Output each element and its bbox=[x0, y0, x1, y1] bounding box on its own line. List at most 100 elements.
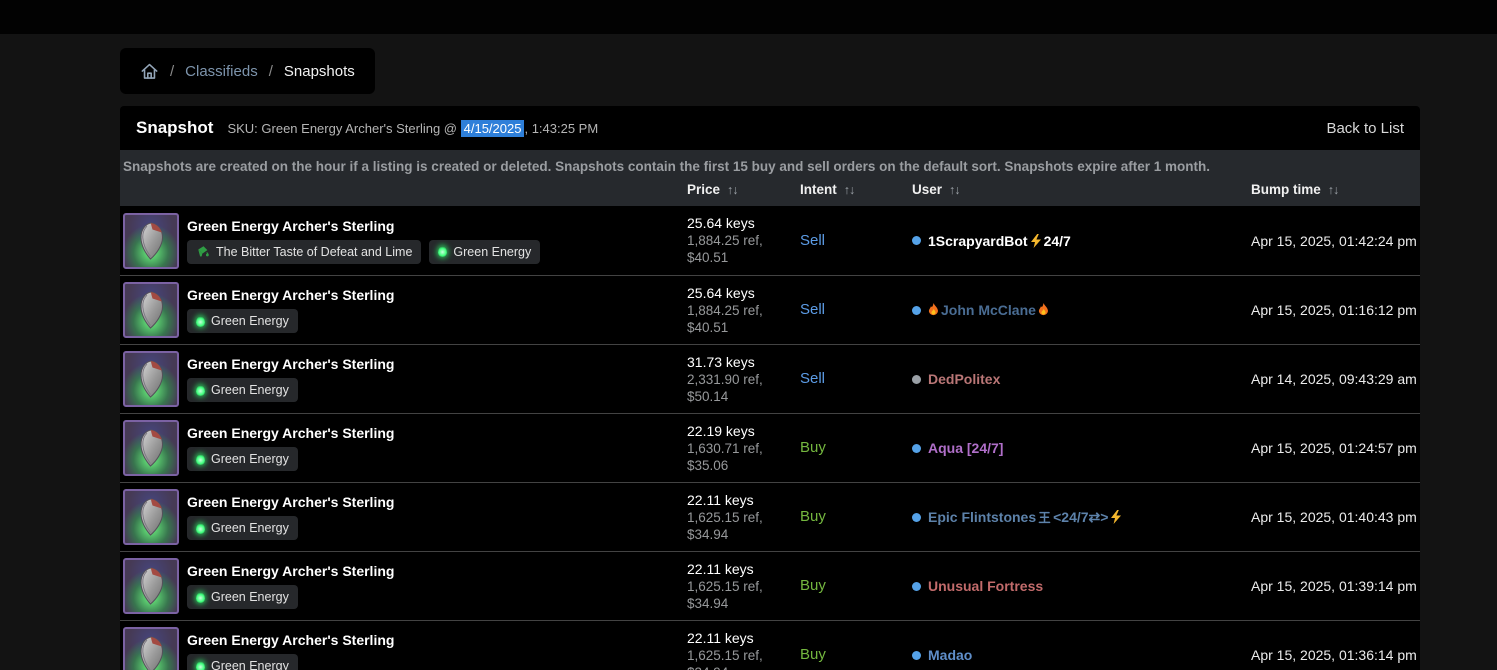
item-tags: Green Energy bbox=[187, 654, 394, 670]
price-cell: 25.64 keys 1,884.25 ref, $40.51 bbox=[687, 285, 800, 336]
effect-tag[interactable]: Green Energy bbox=[187, 585, 298, 609]
arrowhead-item-sprite bbox=[140, 636, 164, 670]
price-ref: 2,331.90 ref, bbox=[687, 371, 763, 387]
online-status-dot bbox=[912, 305, 921, 315]
item-tags: Green Energy bbox=[187, 447, 394, 471]
breadcrumb: / Classifieds / Snapshots bbox=[120, 48, 375, 94]
particle-effect-icon bbox=[196, 384, 205, 396]
user-link[interactable]: Aqua [24/7] bbox=[928, 440, 1003, 456]
table-row: Green Energy Archer's Sterling Green Ene… bbox=[120, 413, 1420, 482]
intent-link[interactable]: Sell bbox=[800, 370, 825, 387]
item-image[interactable] bbox=[123, 627, 179, 670]
sku-date-highlight: 4/15/2025 bbox=[460, 119, 525, 137]
price-keys: 25.64 keys bbox=[687, 215, 755, 231]
fire-icon bbox=[1038, 303, 1049, 317]
column-header-intent[interactable]: Intent ↑↓ bbox=[800, 182, 912, 197]
column-header-price[interactable]: Price ↑↓ bbox=[687, 182, 800, 197]
item-name: Green Energy Archer's Sterling bbox=[187, 632, 395, 648]
sort-icon[interactable]: ↑↓ bbox=[844, 183, 855, 197]
column-header-user[interactable]: User ↑↓ bbox=[912, 182, 1251, 197]
lightning-bolt-icon bbox=[1110, 510, 1122, 524]
price-cell: 25.64 keys 1,884.25 ref, $40.51 bbox=[687, 215, 800, 266]
price-cell: 31.73 keys 2,331.90 ref, $50.14 bbox=[687, 354, 800, 405]
price-ref: 1,884.25 ref, bbox=[687, 233, 763, 248]
effect-tag[interactable]: Green Energy bbox=[187, 654, 298, 670]
user-link[interactable]: John McClane bbox=[928, 302, 1049, 318]
item-cell: Green Energy Archer's Sterling The Bitte… bbox=[123, 212, 687, 269]
intent-link[interactable]: Sell bbox=[800, 232, 825, 249]
table-row: Green Energy Archer's Sterling Green Ene… bbox=[120, 551, 1420, 620]
item-info: Green Energy Archer's Sterling The Bitte… bbox=[187, 218, 541, 264]
paint-tag[interactable]: The Bitter Taste of Defeat and Lime bbox=[187, 239, 422, 264]
effect-tag[interactable]: Green Energy bbox=[187, 516, 298, 540]
item-image[interactable] bbox=[123, 351, 179, 407]
item-info: Green Energy Archer's Sterling Green Ene… bbox=[187, 425, 394, 471]
user-link[interactable]: Madao bbox=[928, 647, 972, 663]
price-usd: $34.94 bbox=[687, 595, 729, 611]
price-cell: 22.11 keys 1,625.15 ref, $34.94 bbox=[687, 561, 800, 612]
price-keys: 31.73 keys bbox=[687, 353, 755, 370]
user-cell: 1ScrapyardBot 24/7 bbox=[912, 233, 1251, 249]
table-subheader: Snapshots are created on the hour if a l… bbox=[120, 150, 1420, 206]
bump-time: Apr 15, 2025, 01:42:24 pm bbox=[1251, 232, 1417, 249]
user-link[interactable]: Unusual Fortress bbox=[928, 578, 1043, 594]
breadcrumb-link-classifieds[interactable]: Classifieds bbox=[185, 63, 258, 80]
item-image[interactable] bbox=[123, 282, 179, 338]
item-tags: The Bitter Taste of Defeat and Lime Green… bbox=[187, 239, 541, 264]
particle-effect-icon bbox=[196, 591, 205, 603]
item-info: Green Energy Archer's Sterling Green Ene… bbox=[187, 356, 394, 402]
tag-label: The Bitter Taste of Defeat and Lime bbox=[216, 244, 413, 259]
item-tags: Green Energy bbox=[187, 309, 394, 333]
user-cell: John McClane bbox=[912, 302, 1251, 318]
listings-table-body: Green Energy Archer's Sterling The Bitte… bbox=[120, 206, 1420, 670]
item-image[interactable] bbox=[123, 489, 179, 545]
bump-time: Apr 15, 2025, 01:40:43 pm bbox=[1251, 509, 1417, 525]
column-header-bump-time[interactable]: Bump time ↑↓ bbox=[1251, 182, 1420, 197]
table-row: Green Energy Archer's Sterling Green Ene… bbox=[120, 275, 1420, 344]
intent-link[interactable]: Buy bbox=[800, 439, 826, 456]
intent-link[interactable]: Sell bbox=[800, 301, 825, 318]
intent-link[interactable]: Buy bbox=[800, 577, 826, 594]
item-name: Green Energy Archer's Sterling bbox=[187, 287, 395, 303]
item-info: Green Energy Archer's Sterling Green Ene… bbox=[187, 563, 394, 609]
intent-link[interactable]: Buy bbox=[800, 508, 826, 525]
sort-icon[interactable]: ↑↓ bbox=[949, 183, 960, 197]
bump-time: Apr 15, 2025, 01:39:14 pm bbox=[1251, 578, 1417, 594]
user-link[interactable]: DedPolitex bbox=[928, 371, 1000, 387]
price-ref: 1,625.15 ref, bbox=[687, 509, 763, 525]
home-icon[interactable] bbox=[140, 62, 159, 81]
effect-tag[interactable]: Green Energy bbox=[187, 309, 298, 333]
effect-tag[interactable]: Green Energy bbox=[187, 447, 298, 471]
price-ref: 1,884.25 ref, bbox=[687, 302, 763, 318]
online-status-dot bbox=[912, 512, 921, 522]
user-link[interactable]: Epic Flintstones <24/7⇄> bbox=[928, 509, 1122, 526]
sort-icon[interactable]: ↑↓ bbox=[727, 183, 738, 197]
user-link[interactable]: 1ScrapyardBot 24/7 bbox=[928, 233, 1071, 249]
particle-effect-icon bbox=[438, 246, 448, 257]
table-row: Green Energy Archer's Sterling The Bitte… bbox=[120, 206, 1420, 275]
item-cell: Green Energy Archer's Sterling Green Ene… bbox=[123, 282, 687, 338]
intent-cell: Sell bbox=[800, 232, 912, 250]
bump-time: Apr 14, 2025, 09:43:29 am bbox=[1251, 371, 1417, 387]
snapshot-notice: Snapshots are created on the hour if a l… bbox=[123, 159, 1210, 174]
back-to-list-link[interactable]: Back to List bbox=[1326, 120, 1404, 137]
arrowhead-item-sprite bbox=[140, 291, 164, 329]
effect-tag[interactable]: Green Energy bbox=[187, 378, 298, 402]
item-cell: Green Energy Archer's Sterling Green Ene… bbox=[123, 627, 687, 670]
item-image[interactable] bbox=[123, 420, 179, 476]
item-image[interactable] bbox=[123, 212, 179, 269]
sort-icon[interactable]: ↑↓ bbox=[1328, 183, 1339, 197]
tag-label: Green Energy bbox=[211, 314, 289, 328]
item-cell: Green Energy Archer's Sterling Green Ene… bbox=[123, 489, 687, 545]
item-image[interactable] bbox=[123, 558, 179, 614]
fire-icon bbox=[928, 303, 939, 317]
particle-effect-icon bbox=[196, 453, 205, 465]
effect-tag[interactable]: Green Energy bbox=[429, 239, 541, 264]
arrowhead-item-sprite bbox=[140, 498, 164, 536]
item-tags: Green Energy bbox=[187, 585, 394, 609]
online-status-dot bbox=[912, 650, 921, 660]
tag-label: Green Energy bbox=[211, 452, 289, 466]
user-cell: Unusual Fortress bbox=[912, 578, 1251, 594]
sku-text: SKU: Green Energy Archer's Sterling @ 4/… bbox=[227, 119, 599, 137]
intent-link[interactable]: Buy bbox=[800, 646, 826, 663]
